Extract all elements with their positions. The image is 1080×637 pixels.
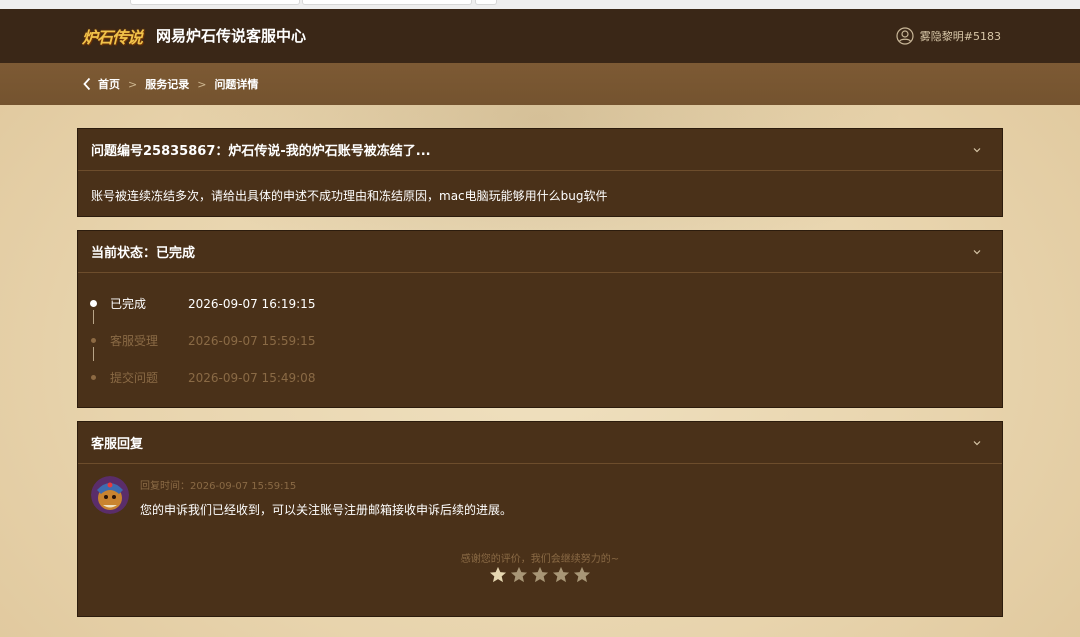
star-icon[interactable] bbox=[510, 566, 528, 583]
star-rating[interactable] bbox=[78, 566, 1002, 583]
timeline-dot bbox=[90, 300, 97, 307]
breadcrumb-current: 问题详情 bbox=[214, 78, 259, 91]
star-icon[interactable] bbox=[552, 566, 570, 583]
rating-message: 感谢您的评价，我们会继续努力的~ bbox=[460, 554, 620, 565]
breadcrumb-service-records[interactable]: 服务记录 bbox=[145, 76, 189, 92]
timeline-label: 已完成 bbox=[110, 297, 147, 311]
hearthstone-logo[interactable]: 炉石传说 bbox=[82, 22, 150, 50]
status-panel: 当前状态：已完成 已完成 2026-09-07 16:19:15 客服受理 20… bbox=[77, 230, 1003, 408]
browser-tab[interactable] bbox=[475, 0, 497, 5]
timeline-label: 提交问题 bbox=[110, 371, 159, 385]
breadcrumb-bar: 首页 > 服务记录 > 问题详情 bbox=[0, 63, 1080, 105]
reply-title: 客服回复 bbox=[91, 437, 144, 452]
breadcrumb-separator: > bbox=[197, 77, 207, 91]
status-title: 当前状态：已完成 bbox=[91, 246, 196, 261]
reply-panel-header[interactable]: 客服回复 bbox=[78, 422, 1002, 464]
status-timeline: 已完成 2026-09-07 16:19:15 客服受理 2026-09-07 … bbox=[78, 273, 1002, 396]
timeline-time: 2026-09-07 16:19:15 bbox=[188, 296, 316, 311]
chevron-down-icon[interactable] bbox=[972, 146, 982, 154]
breadcrumb-separator: > bbox=[128, 77, 138, 91]
question-panel: 问题编号25835867：炉石传说-我的炉石账号被冻结了... 账号被连续冻结多… bbox=[77, 128, 1003, 217]
agent-avatar bbox=[91, 476, 129, 514]
reply-timestamp: 回复时间：2026-09-07 15:59:15 bbox=[140, 481, 297, 492]
timeline-step-completed: 已完成 2026-09-07 16:19:15 bbox=[78, 285, 1002, 322]
question-panel-header[interactable]: 问题编号25835867：炉石传说-我的炉石账号被冻结了... bbox=[78, 129, 1002, 171]
question-title: 问题编号25835867：炉石传说-我的炉石账号被冻结了... bbox=[91, 144, 431, 159]
browser-tab[interactable] bbox=[302, 0, 472, 5]
reply-item: 回复时间：2026-09-07 15:59:15 您的申诉我们已经收到，可以关注… bbox=[78, 464, 1002, 544]
timeline-step-accepted: 客服受理 2026-09-07 15:59:15 bbox=[78, 322, 1002, 359]
user-circle-icon bbox=[896, 27, 914, 45]
timeline-dot bbox=[91, 375, 96, 380]
rating-section: 感谢您的评价，我们会继续努力的~ bbox=[78, 550, 1002, 583]
site-title: 网易炉石传说客服中心 bbox=[156, 27, 307, 45]
timeline-time: 2026-09-07 15:49:08 bbox=[188, 370, 316, 385]
chevron-down-icon[interactable] bbox=[972, 248, 982, 256]
logo-text: 炉石传说 bbox=[82, 28, 143, 47]
timeline-time: 2026-09-07 15:59:15 bbox=[188, 333, 316, 348]
chevron-left-icon[interactable] bbox=[82, 77, 92, 91]
star-icon[interactable] bbox=[531, 566, 549, 583]
status-panel-header[interactable]: 当前状态：已完成 bbox=[78, 231, 1002, 273]
star-icon[interactable] bbox=[573, 566, 591, 583]
site-header: 炉石传说 网易炉石传说客服中心 雾隐黎明#5183 bbox=[0, 9, 1080, 63]
chevron-down-icon[interactable] bbox=[972, 439, 982, 447]
user-menu[interactable]: 雾隐黎明#5183 bbox=[896, 26, 1001, 46]
reply-message: 您的申诉我们已经收到，可以关注账号注册邮箱接收申诉后续的进展。 bbox=[140, 503, 513, 517]
username: 雾隐黎明#5183 bbox=[919, 30, 1001, 43]
breadcrumb-home[interactable]: 首页 bbox=[98, 76, 120, 92]
reply-panel: 客服回复 回复时间：2026-09-07 15:59:15 您的申诉我们已经收到… bbox=[77, 421, 1003, 617]
breadcrumb: 首页 > 服务记录 > 问题详情 bbox=[82, 75, 258, 93]
timeline-dot bbox=[91, 338, 96, 343]
timeline-label: 客服受理 bbox=[110, 334, 159, 348]
timeline-step-submitted: 提交问题 2026-09-07 15:49:08 bbox=[78, 359, 1002, 396]
star-icon[interactable] bbox=[489, 566, 507, 583]
question-description: 账号被连续冻结多次，请给出具体的申述不成功理由和冻结原因，mac电脑玩能够用什么… bbox=[91, 189, 608, 203]
browser-tab[interactable] bbox=[130, 0, 300, 5]
browser-tab-strip bbox=[0, 0, 1080, 9]
